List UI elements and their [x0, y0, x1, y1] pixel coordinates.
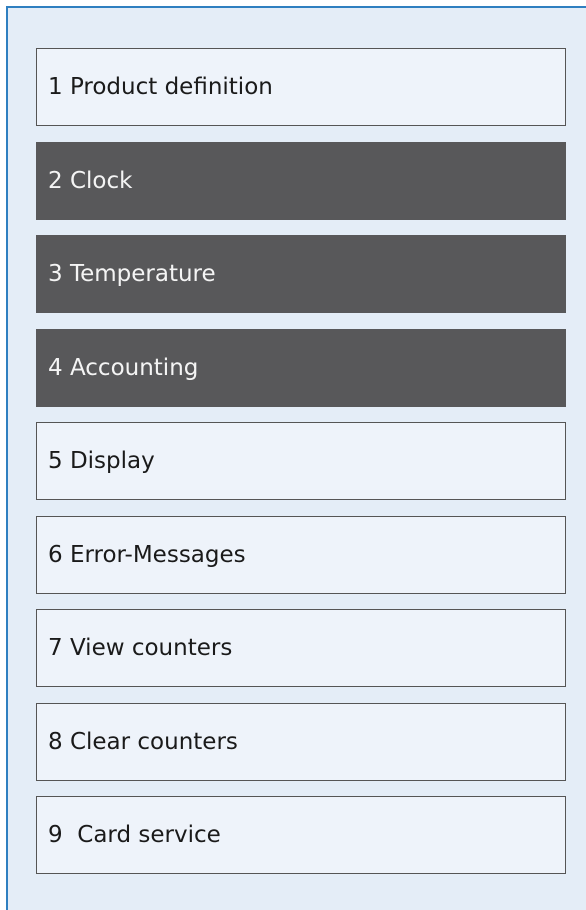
menu-item-clock[interactable]: 2 Clock [36, 141, 566, 220]
menu-item-label: 7 View counters [48, 635, 233, 661]
menu-list: 1 Product definition 2 Clock 3 Temperatu… [36, 48, 566, 890]
menu-item-product-definition[interactable]: 1 Product definition [36, 48, 566, 126]
menu-item-label: 2 Clock [48, 167, 133, 194]
menu-item-display[interactable]: 5 Display [36, 422, 566, 500]
menu-panel: 1 Product definition 2 Clock 3 Temperatu… [6, 6, 586, 910]
menu-item-label: 1 Product definition [48, 74, 273, 100]
menu-item-label: 9 Card service [48, 822, 221, 848]
menu-item-label: 4 Accounting [48, 354, 199, 381]
menu-item-card-service[interactable]: 9 Card service [36, 796, 566, 874]
menu-item-view-counters[interactable]: 7 View counters [36, 609, 566, 687]
menu-item-label: 8 Clear counters [48, 728, 238, 755]
menu-item-accounting[interactable]: 4 Accounting [36, 328, 566, 407]
menu-item-temperature[interactable]: 3 Temperature [36, 235, 566, 313]
menu-item-label: 5 Display [48, 448, 155, 474]
menu-item-error-messages[interactable]: 6 Error-Messages [36, 515, 566, 594]
menu-item-label: 3 Temperature [48, 261, 216, 287]
menu-item-clear-counters[interactable]: 8 Clear counters [36, 702, 566, 781]
menu-item-label: 6 Error-Messages [48, 541, 246, 568]
